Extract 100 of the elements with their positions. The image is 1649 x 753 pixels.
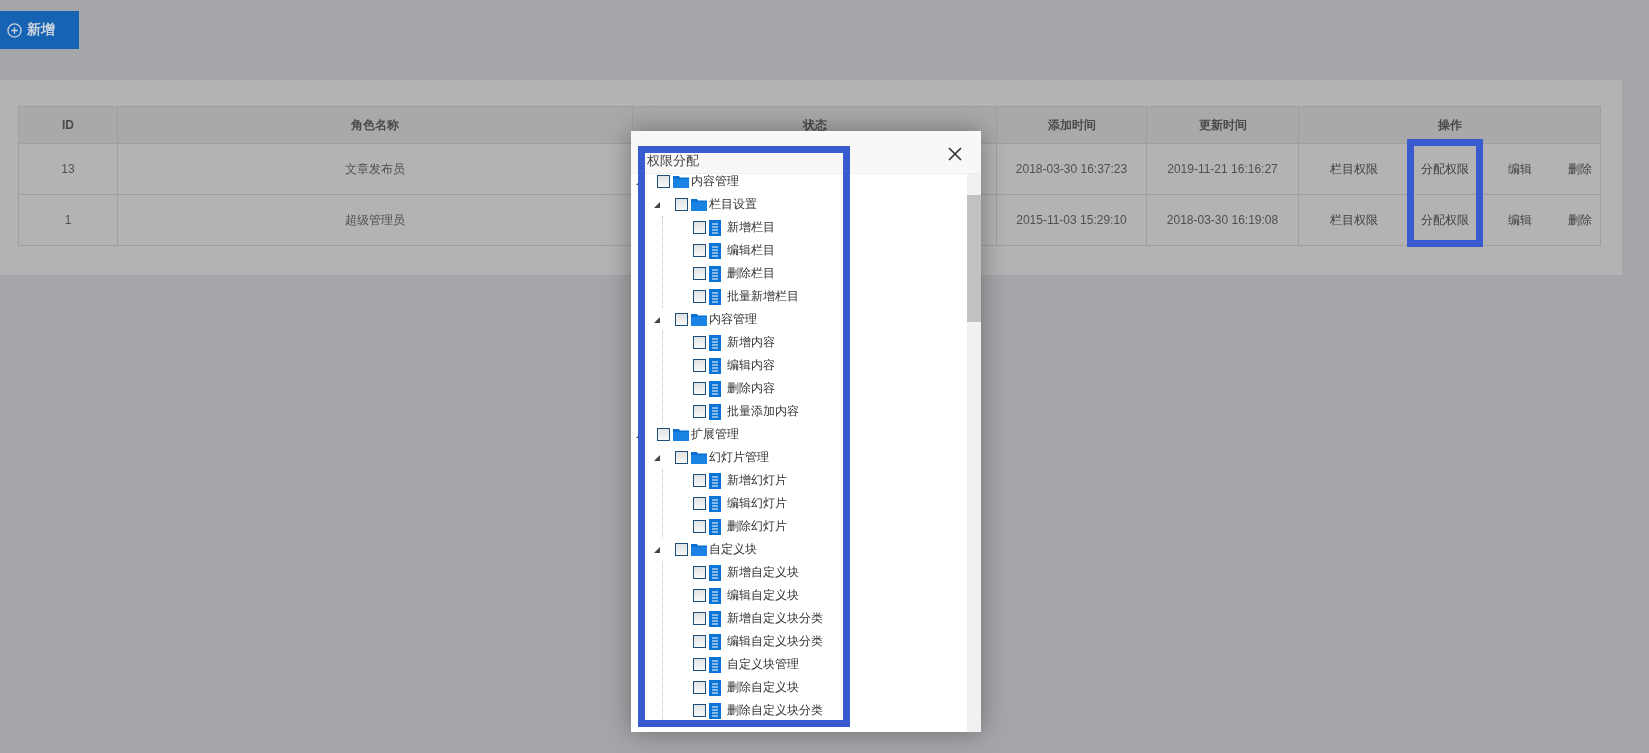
tree-item-label[interactable]: 编辑栏目 (727, 242, 775, 259)
folder-icon (673, 428, 689, 441)
tree-item-label[interactable]: 编辑自定义块 (727, 587, 799, 604)
checkbox[interactable] (693, 405, 706, 418)
document-icon (709, 288, 721, 305)
table-cell: 2019-11-21 16:16:27 (1146, 143, 1299, 195)
expander-icon[interactable] (654, 201, 660, 208)
plus-circle-icon (7, 22, 22, 38)
action-link[interactable]: 编辑 (1508, 162, 1532, 176)
checkbox[interactable] (675, 313, 688, 326)
checkbox[interactable] (693, 566, 706, 579)
column-header: 添加时间 (996, 106, 1147, 144)
action-link[interactable]: 栏目权限 (1330, 162, 1378, 176)
tree-item-label[interactable]: 内容管理 (709, 311, 757, 328)
action-link[interactable]: 分配权限 (1421, 162, 1469, 176)
column-header: 角色名称 (117, 106, 633, 144)
tree-item-label[interactable]: 删除内容 (727, 380, 775, 397)
tree-item-label[interactable]: 幻灯片管理 (709, 449, 769, 466)
action-link[interactable]: 编辑 (1508, 213, 1532, 227)
document-icon (709, 403, 721, 420)
document-icon (709, 679, 721, 696)
action-link[interactable]: 删除 (1567, 162, 1592, 176)
close-icon[interactable] (947, 146, 963, 162)
checkbox[interactable] (693, 681, 706, 694)
tree-item-label[interactable]: 删除栏目 (727, 265, 775, 282)
checkbox[interactable] (693, 267, 706, 280)
checkbox[interactable] (693, 520, 706, 533)
document-icon (709, 610, 721, 627)
document-icon (709, 472, 721, 489)
action-link[interactable]: 栏目权限 (1330, 213, 1378, 227)
document-icon (709, 357, 721, 374)
tree-item-label[interactable]: 删除自定义块 (727, 679, 799, 696)
table-cell: 2018-03-30 16:37:23 (996, 143, 1147, 195)
table-cell: 1 (18, 194, 118, 246)
tree-item-label[interactable]: 编辑幻灯片 (727, 495, 787, 512)
tree-item-label[interactable]: 栏目设置 (709, 196, 757, 213)
checkbox[interactable] (675, 543, 688, 556)
scrollbar-track[interactable] (967, 174, 981, 732)
checkbox[interactable] (693, 474, 706, 487)
tree-item-label[interactable]: 新增自定义块 (727, 564, 799, 581)
document-icon (709, 587, 721, 604)
expander-icon[interactable] (654, 546, 660, 553)
tree-item-label[interactable]: 批量新增栏目 (727, 288, 799, 305)
column-header: 操作 (1298, 106, 1601, 144)
folder-icon (691, 543, 707, 556)
checkbox[interactable] (693, 382, 706, 395)
folder-icon (673, 175, 689, 188)
checkbox[interactable] (693, 612, 706, 625)
checkbox[interactable] (693, 658, 706, 671)
tree-item-label[interactable]: 编辑内容 (727, 357, 775, 374)
folder-icon (691, 198, 707, 211)
document-icon (709, 334, 721, 351)
document-icon (709, 518, 721, 535)
checkbox[interactable] (693, 290, 706, 303)
tree-item-label[interactable]: 删除自定义块分类 (727, 702, 823, 719)
document-icon (709, 219, 721, 236)
action-link[interactable]: 分配权限 (1421, 213, 1469, 227)
checkbox[interactable] (693, 635, 706, 648)
scrollbar-thumb[interactable] (967, 195, 981, 322)
column-header: 更新时间 (1146, 106, 1299, 144)
checkbox[interactable] (675, 198, 688, 211)
checkbox[interactable] (657, 175, 670, 188)
checkbox[interactable] (693, 704, 706, 717)
tree-item-label[interactable]: 批量添加内容 (727, 403, 799, 420)
expander-icon[interactable] (654, 454, 660, 461)
tree-item-label[interactable]: 新增自定义块分类 (727, 610, 823, 627)
dialog-title: 权限分配 (646, 152, 699, 170)
expander-icon[interactable] (654, 316, 660, 323)
tree-item-label[interactable]: 内容管理 (691, 174, 739, 190)
tree-item-label[interactable]: 新增幻灯片 (727, 472, 787, 489)
checkbox[interactable] (693, 221, 706, 234)
tree-item-label[interactable]: 扩展管理 (691, 426, 739, 443)
checkbox[interactable] (675, 451, 688, 464)
folder-icon (691, 313, 707, 326)
tree-item-label[interactable]: 自定义块 (709, 541, 757, 558)
document-icon (709, 702, 721, 719)
document-icon (709, 242, 721, 259)
table-cell: 13 (18, 143, 118, 195)
document-icon (709, 495, 721, 512)
document-icon (709, 656, 721, 673)
add-button[interactable]: 新增 (0, 11, 79, 49)
tree-item-label[interactable]: 新增内容 (727, 334, 775, 351)
checkbox[interactable] (693, 336, 706, 349)
checkbox[interactable] (693, 589, 706, 602)
document-icon (709, 265, 721, 282)
checkbox[interactable] (657, 428, 670, 441)
tree-item-label[interactable]: 新增栏目 (727, 219, 775, 236)
document-icon (709, 633, 721, 650)
folder-icon (691, 451, 707, 464)
checkbox[interactable] (693, 497, 706, 510)
document-icon (709, 564, 721, 581)
checkbox[interactable] (693, 244, 706, 257)
checkbox[interactable] (693, 359, 706, 372)
table-cell: 2015-11-03 15:29:10 (996, 194, 1147, 246)
table-cell: 2018-03-30 16:19:08 (1146, 194, 1299, 246)
tree-item-label[interactable]: 删除幻灯片 (727, 518, 787, 535)
tree-item-label[interactable]: 自定义块管理 (727, 656, 799, 673)
action-link[interactable]: 删除 (1567, 213, 1592, 227)
document-icon (709, 380, 721, 397)
tree-item-label[interactable]: 编辑自定义块分类 (727, 633, 823, 650)
